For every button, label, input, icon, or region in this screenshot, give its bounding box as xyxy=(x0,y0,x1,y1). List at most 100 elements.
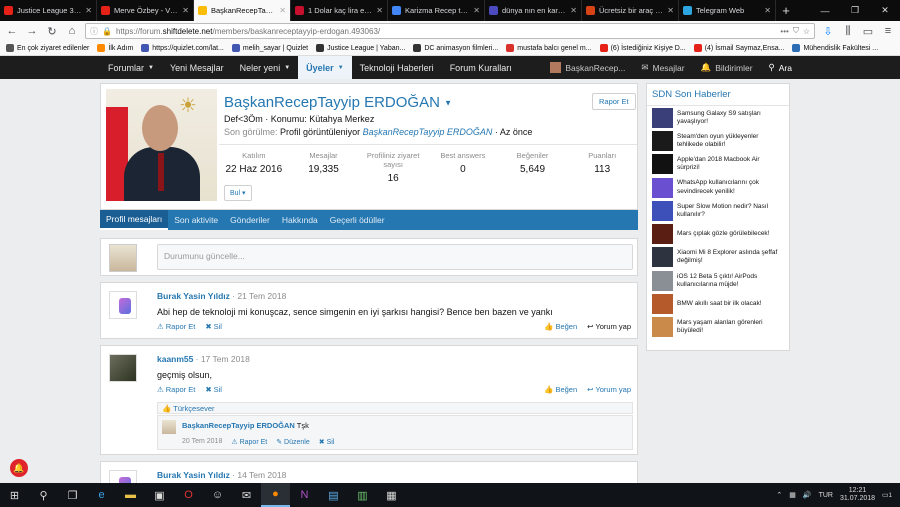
bookmark-item[interactable]: En çok ziyaret edilenler xyxy=(6,44,89,52)
network-icon[interactable]: ▦ xyxy=(789,491,796,499)
task-view-icon[interactable]: ❐ xyxy=(58,483,87,507)
profile-tab[interactable]: Profil mesajları xyxy=(100,210,169,230)
delete-link[interactable]: ✖ Sil xyxy=(205,385,222,394)
stat-value[interactable]: 16 xyxy=(358,173,428,184)
news-thumbnail[interactable] xyxy=(652,154,673,175)
news-thumbnail[interactable] xyxy=(652,247,673,268)
likes-summary[interactable]: 👍 Türkçesever xyxy=(157,402,633,414)
bookmark-item[interactable]: melih_sayar | Quizlet xyxy=(231,44,308,52)
close-tab-icon[interactable]: ✕ xyxy=(376,6,383,15)
library-icon[interactable]: ⫼ xyxy=(841,24,855,38)
news-title[interactable]: Mars yaşam alanları görenleri büyüledi! xyxy=(677,319,784,335)
edge-icon[interactable]: e xyxy=(87,483,116,507)
status-input[interactable]: Durumunu güncelle... xyxy=(157,244,633,270)
news-item[interactable]: Apple'dan 2018 Macbook Air sürprizi! xyxy=(647,153,789,176)
news-item[interactable]: Steam'den oyun yükleyenler tehlikede ola… xyxy=(647,129,789,152)
avatar[interactable] xyxy=(162,420,176,434)
app-icon[interactable]: ☺ xyxy=(203,483,232,507)
close-tab-icon[interactable]: ✕ xyxy=(279,6,286,15)
language-indicator[interactable]: TUR xyxy=(819,492,833,499)
profile-tab[interactable]: Son aktivite xyxy=(168,210,224,230)
close-tab-icon[interactable]: ✕ xyxy=(570,6,577,15)
close-tab-icon[interactable]: ✕ xyxy=(85,6,92,15)
browser-tab[interactable]: Merve Özbey - Vuru ✕ xyxy=(97,0,194,21)
chevron-down-icon[interactable]: ▼ xyxy=(284,65,290,71)
browser-tab[interactable]: dünya nın en karizm ✕ xyxy=(485,0,582,21)
stat-value[interactable]: 19,335 xyxy=(289,164,359,175)
info-icon[interactable]: ⓘ xyxy=(90,26,98,37)
pocket-icon[interactable]: ⛉ xyxy=(793,26,799,36)
stat-value[interactable]: 113 xyxy=(567,164,637,175)
opera-icon[interactable]: O xyxy=(174,483,203,507)
message-author[interactable]: kaanm55 xyxy=(157,354,193,364)
new-tab-icon[interactable]: + xyxy=(776,0,796,21)
avatar[interactable] xyxy=(109,291,137,319)
profile-tab[interactable]: Geçerli ödüller xyxy=(324,210,391,230)
profile-tab[interactable]: Hakkında xyxy=(276,210,324,230)
store-icon[interactable]: ▣ xyxy=(145,483,174,507)
close-tab-icon[interactable]: ✕ xyxy=(473,6,480,15)
close-window-icon[interactable]: ✕ xyxy=(870,0,900,21)
news-thumbnail[interactable] xyxy=(652,317,673,338)
bookmark-item[interactable]: (4) İsmail Saymaz,Ensa... xyxy=(693,44,784,52)
file-explorer-icon[interactable]: ▬ xyxy=(116,483,145,507)
browser-tab[interactable]: Justice League 3. Se ✕ xyxy=(0,0,97,21)
avatar[interactable] xyxy=(109,354,137,382)
reply-link[interactable]: ↩ Yorum yap xyxy=(587,322,631,331)
news-thumbnail[interactable] xyxy=(652,200,673,221)
user-menu[interactable]: BaşkanRecep... xyxy=(542,56,633,79)
news-item[interactable]: Mars yaşam alanları görenleri büyüledi! xyxy=(647,316,789,339)
mail-icon[interactable]: ✉ xyxy=(232,483,261,507)
edit-link[interactable]: ✎ Düzenle xyxy=(276,438,310,446)
news-item[interactable]: Xiaomi Mi 8 Explorer aslında şeffaf deği… xyxy=(647,246,789,269)
comment-author[interactable]: BaşkanRecepTayyip ERDOĞAN xyxy=(182,421,295,430)
avatar[interactable] xyxy=(109,470,137,483)
find-dropdown[interactable]: Bul ▾ xyxy=(224,185,252,201)
message-author[interactable]: Burak Yasin Yıldız xyxy=(157,291,230,301)
people-icon[interactable]: ⌃ xyxy=(776,491,782,499)
chevron-down-icon[interactable]: ▼ xyxy=(338,65,344,71)
browser-tab[interactable]: Karizma Recep tayy ✕ xyxy=(388,0,485,21)
report-link[interactable]: ⚠ Rapor Et xyxy=(231,438,267,446)
news-thumbnail[interactable] xyxy=(652,107,673,128)
news-item[interactable]: Super Slow Motion nedir? Nasıl kullanılı… xyxy=(647,199,789,222)
nav-item[interactable]: Forum Kuralları xyxy=(442,56,520,79)
close-tab-icon[interactable]: ✕ xyxy=(764,6,771,15)
delete-link[interactable]: ✖ Sil xyxy=(205,322,222,331)
alerts-link[interactable]: 🔔 Bildirimler xyxy=(693,56,761,79)
news-thumbnail[interactable] xyxy=(652,130,673,151)
nav-item[interactable]: Neler yeni ▼ xyxy=(232,56,298,79)
profile-name[interactable]: BaşkanRecepTayyip ERDOĞAN ▼ xyxy=(224,94,452,111)
last-seen-user-link[interactable]: BaşkanRecepTayyip ERDOĞAN xyxy=(363,127,493,137)
bookmark-item[interactable]: Mühendislik Fakültesi ... xyxy=(792,44,878,52)
news-thumbnail[interactable] xyxy=(652,224,673,245)
news-title[interactable]: BMW akıllı saat bir ilk olacak! xyxy=(677,300,762,308)
news-thumbnail[interactable] xyxy=(652,294,673,315)
notification-badge[interactable]: 🔔 xyxy=(10,459,28,477)
news-title[interactable]: WhatsApp kullanıcılarını çok sevindirece… xyxy=(677,179,784,195)
back-icon[interactable]: ← xyxy=(5,24,19,38)
document-icon[interactable]: ▤ xyxy=(319,483,348,507)
news-title[interactable]: Steam'den oyun yükleyenler tehlikede ola… xyxy=(677,133,784,149)
report-link[interactable]: ⚠ Rapor Et xyxy=(157,322,195,331)
news-item[interactable]: Samsung Galaxy S9 satışları yavaşlıyor! xyxy=(647,106,789,129)
nav-item[interactable]: Yeni Mesajlar xyxy=(162,56,232,79)
firefox-icon[interactable]: ● xyxy=(261,483,290,507)
reload-icon[interactable]: ↻ xyxy=(45,24,59,38)
sidebar-icon[interactable]: ▭ xyxy=(861,24,875,38)
volume-icon[interactable]: 🔊 xyxy=(803,491,812,499)
news-title[interactable]: Apple'dan 2018 Macbook Air sürprizi! xyxy=(677,156,784,172)
news-thumbnail[interactable] xyxy=(652,270,673,291)
close-tab-icon[interactable]: ✕ xyxy=(182,6,189,15)
news-title[interactable]: Xiaomi Mi 8 Explorer aslında şeffaf deği… xyxy=(677,249,784,265)
profile-tab[interactable]: Gönderiler xyxy=(224,210,276,230)
bookmark-star-icon[interactable]: ☆ xyxy=(803,27,810,36)
like-link[interactable]: 👍 Beğen xyxy=(544,385,577,394)
maximize-icon[interactable]: ❐ xyxy=(840,0,870,21)
forward-icon[interactable]: → xyxy=(25,24,39,38)
news-title[interactable]: Super Slow Motion nedir? Nasıl kullanılı… xyxy=(677,203,784,219)
bookmark-item[interactable]: (6) İstediğiniz Kişiye D... xyxy=(599,44,686,52)
browser-tab[interactable]: 1 Dolar kaç lira ede ✕ xyxy=(291,0,388,21)
home-icon[interactable]: ⌂ xyxy=(65,24,79,38)
news-title[interactable]: iOS 12 Beta 5 çıktı! AirPods kullanıcıla… xyxy=(677,273,784,289)
